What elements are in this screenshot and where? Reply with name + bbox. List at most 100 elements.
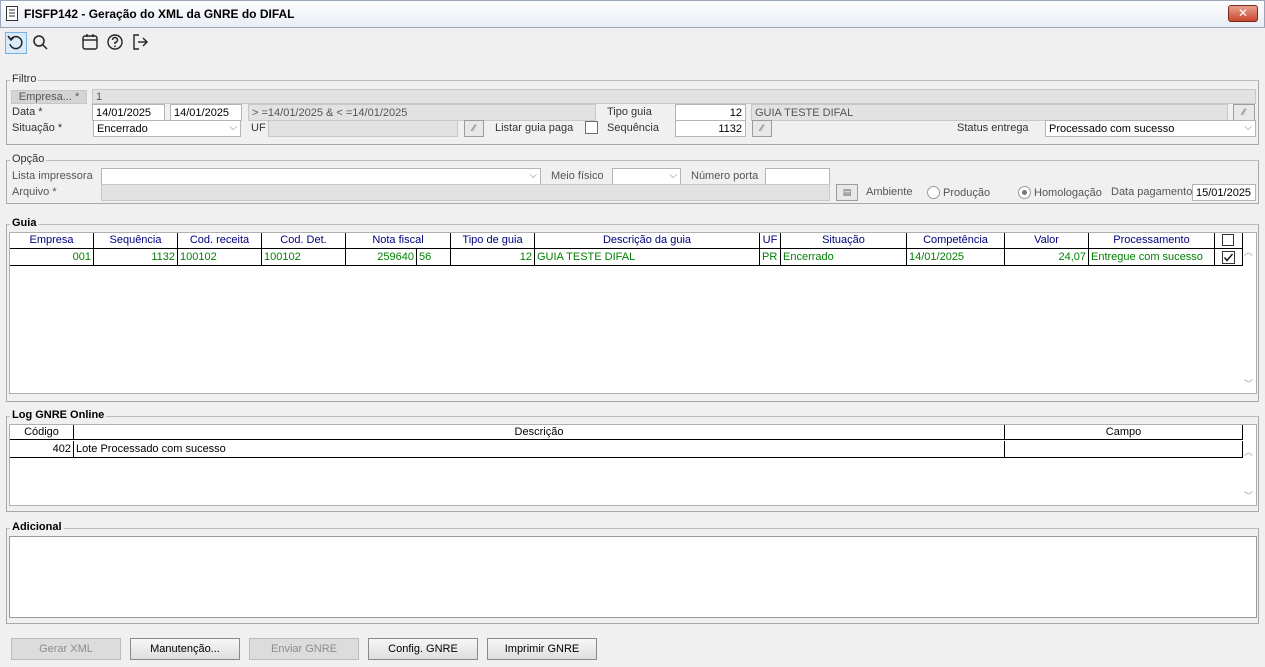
sequencia-field[interactable]: 1132 [675,120,746,137]
sequencia-lookup-icon[interactable]: ⁄⁄ [752,120,772,137]
col-header-situacao[interactable]: Situação [781,233,907,249]
tipo-guia-lookup-icon[interactable]: ⁄⁄ [1233,104,1255,121]
arquivo-label: Arquivo * [12,186,57,198]
cell-situacao[interactable]: Encerrado [781,249,907,266]
cell-descricao[interactable]: GUIA TESTE DIFAL [535,249,760,266]
sequencia-label: Sequência [607,122,659,134]
numero-porta-field[interactable] [765,168,830,185]
col-header-descricao[interactable]: Descrição da guia [535,233,760,249]
log-header-descricao[interactable]: Descrição [74,425,1005,440]
empresa-field: 1 [92,89,1256,104]
document-icon [6,6,18,21]
data-inicio-field[interactable]: 14/01/2025 [92,104,165,121]
log-header-codigo[interactable]: Código [10,425,74,440]
cell-processamento[interactable]: Entregue com sucesso [1089,249,1215,266]
opcao-title: Opção [10,153,47,165]
col-header-uf[interactable]: UF [760,233,781,249]
col-header-valor[interactable]: Valor [1005,233,1089,249]
homologacao-radio[interactable] [1018,186,1031,199]
chevron-down-icon: ⌵ [529,170,537,181]
gerar-xml-button[interactable]: Gerar XML [11,638,121,660]
log-header-campo[interactable]: Campo [1005,425,1243,440]
checkbox-checked-icon[interactable] [1222,251,1235,264]
empresa-button[interactable]: Empresa... * [11,90,87,104]
scroll-down-icon[interactable]: ﹀ [1244,377,1253,390]
log-cell-descricao[interactable]: Lote Processado com sucesso [74,441,1005,458]
situacao-value: Encerrado [97,123,148,135]
data-fim-field[interactable]: 14/01/2025 [170,104,242,121]
listar-guia-paga-checkbox[interactable] [585,121,598,134]
cell-cod-det[interactable]: 100102 [262,249,346,266]
col-header-cod-det[interactable]: Cod. Det. [262,233,346,249]
log-title: Log GNRE Online [10,409,107,421]
help-icon[interactable] [105,32,127,54]
meio-fisico-select[interactable]: ⌵ [612,168,681,185]
cell-tipo-guia[interactable]: 12 [451,249,535,266]
data-label: Data * [12,106,43,118]
enviar-gnre-button[interactable]: Enviar GNRE [249,638,359,660]
adicional-title: Adicional [10,521,64,533]
lista-impressora-select[interactable]: ⌵ [101,168,541,185]
status-entrega-select[interactable]: Processado com sucesso ⌵ [1045,120,1256,137]
log-cell-campo[interactable] [1005,441,1243,458]
chevron-down-icon: ⌵ [1244,122,1252,133]
close-button[interactable]: ✕ [1228,5,1258,22]
adicional-textarea[interactable] [9,536,1257,618]
col-header-nota-fiscal[interactable]: Nota fiscal [346,233,451,249]
col-header-processamento[interactable]: Processamento [1089,233,1215,249]
filtro-title: Filtro [10,73,39,85]
select-all-header[interactable] [1215,233,1243,249]
uf-field [268,120,458,137]
numero-porta-label: Número porta [691,170,759,182]
chevron-down-icon: ⌵ [669,170,677,181]
scroll-up-icon[interactable]: ︿ [1244,445,1253,458]
status-entrega-label: Status entrega [957,122,1029,134]
col-header-competencia[interactable]: Competência [907,233,1005,249]
tipo-guia-desc-field: GUIA TESTE DIFAL [751,104,1228,121]
uf-lookup-icon[interactable]: ⁄⁄ [464,120,484,137]
row-select-cell[interactable] [1215,249,1243,266]
meio-fisico-label: Meio físico [551,170,604,182]
col-header-sequencia[interactable]: Sequência [94,233,178,249]
col-header-empresa[interactable]: Empresa [10,233,94,249]
cell-sequencia[interactable]: 1132 [94,249,178,266]
data-pagamento-label: Data pagamento [1111,186,1193,198]
col-header-cod-receita[interactable]: Cod. receita [178,233,262,249]
guia-title: Guia [10,217,39,229]
search-icon[interactable] [30,32,52,54]
guia-grid: Empresa Sequência Cod. receita Cod. Det.… [9,232,1257,394]
listar-guia-paga-label: Listar guia paga [495,122,574,134]
lista-impressora-label: Lista impressora [12,170,93,182]
situacao-label: Situação * [12,122,63,134]
select-all-checkbox[interactable] [1222,234,1234,246]
scroll-up-icon[interactable]: ︿ [1244,245,1253,258]
tipo-guia-field[interactable]: 12 [675,104,746,121]
refresh-icon[interactable] [5,32,27,54]
tipo-guia-label: Tipo guia [607,106,652,118]
file-browse-icon[interactable]: ▤ [836,184,858,201]
scroll-down-icon[interactable]: ﹀ [1244,489,1253,502]
imprimir-gnre-button[interactable]: Imprimir GNRE [487,638,597,660]
data-pagamento-field[interactable]: 15/01/2025 [1192,184,1256,201]
data-expression-field: > =14/01/2025 & < =14/01/2025 [248,104,596,121]
config-gnre-button[interactable]: Config. GNRE [368,638,478,660]
calendar-icon[interactable] [80,32,102,54]
cell-nota-fiscal[interactable]: 259640 [346,249,417,266]
log-grid: Código Descrição Campo 402 Lote Processa… [9,424,1257,506]
cell-empresa[interactable]: 001 [10,249,94,266]
producao-radio[interactable] [927,186,940,199]
cell-cod-receita[interactable]: 100102 [178,249,262,266]
cell-competencia[interactable]: 14/01/2025 [907,249,1005,266]
col-header-tipo-guia[interactable]: Tipo de guia [451,233,535,249]
situacao-select[interactable]: Encerrado ⌵ [93,120,241,137]
chevron-down-icon: ⌵ [229,122,237,133]
manutencao-button[interactable]: Manutenção... [130,638,240,660]
cell-nota-serie[interactable]: 56 [417,249,451,266]
window-title: FISFP142 - Geração do XML da GNRE do DIF… [24,7,295,21]
log-cell-codigo[interactable]: 402 [10,441,74,458]
exit-icon[interactable] [130,32,152,54]
ambiente-label: Ambiente [866,186,913,198]
cell-valor[interactable]: 24,07 [1005,249,1089,266]
arquivo-field [101,184,830,201]
cell-uf[interactable]: PR [760,249,781,266]
